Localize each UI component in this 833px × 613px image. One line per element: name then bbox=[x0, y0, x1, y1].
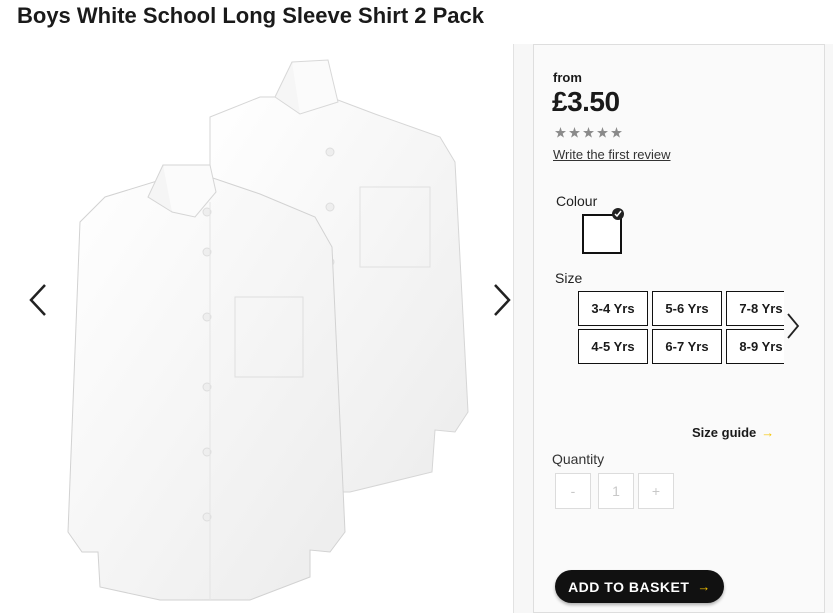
quantity-increase-button[interactable]: + bbox=[638, 473, 674, 509]
product-gallery bbox=[0, 44, 533, 613]
quantity-input[interactable]: 1 bbox=[598, 473, 634, 509]
size-guide-label: Size guide bbox=[692, 425, 757, 440]
product-image bbox=[67, 59, 469, 601]
star-icon bbox=[555, 127, 566, 138]
size-option[interactable]: 3-4 Yrs bbox=[578, 291, 648, 326]
size-option[interactable]: 5-6 Yrs bbox=[652, 291, 722, 326]
star-icon bbox=[569, 127, 580, 138]
check-icon bbox=[612, 208, 624, 220]
write-review-link[interactable]: Write the first review bbox=[553, 147, 671, 162]
quantity-decrease-button[interactable]: - bbox=[555, 473, 591, 509]
colour-swatch-white[interactable] bbox=[582, 214, 622, 254]
add-to-basket-button[interactable]: ADD TO BASKET → bbox=[555, 570, 724, 603]
product-title: Boys White School Long Sleeve Shirt 2 Pa… bbox=[17, 3, 485, 28]
arrow-right-icon: → bbox=[697, 579, 711, 594]
add-to-basket-label: ADD TO BASKET bbox=[568, 578, 690, 595]
chevron-right-icon bbox=[787, 313, 800, 339]
size-option[interactable]: 7-8 Yrs bbox=[726, 291, 784, 326]
gallery-prev-button[interactable] bbox=[18, 275, 58, 325]
size-option[interactable]: 8-9 Yrs bbox=[726, 329, 784, 364]
size-options: 3-4 Yrs 5-6 Yrs 7-8 Yrs 4-5 Yrs 6-7 Yrs … bbox=[578, 291, 784, 365]
size-label: Size bbox=[555, 270, 583, 286]
size-scroll-next-button[interactable] bbox=[786, 312, 806, 342]
colour-label: Colour bbox=[556, 193, 598, 209]
size-guide-link[interactable]: Size guide → bbox=[692, 425, 774, 440]
chevron-right-icon bbox=[494, 284, 511, 316]
arrow-right-icon: → bbox=[761, 425, 775, 440]
star-icon bbox=[597, 127, 608, 138]
size-option[interactable]: 4-5 Yrs bbox=[578, 329, 648, 364]
price-prefix: from bbox=[553, 70, 582, 85]
quantity-label: Quantity bbox=[552, 451, 605, 467]
star-icon bbox=[583, 127, 594, 138]
chevron-left-icon bbox=[29, 284, 46, 316]
size-option[interactable]: 6-7 Yrs bbox=[652, 329, 722, 364]
rating-stars bbox=[555, 127, 622, 138]
product-price: £3.50 bbox=[552, 86, 620, 117]
star-icon bbox=[611, 127, 622, 138]
